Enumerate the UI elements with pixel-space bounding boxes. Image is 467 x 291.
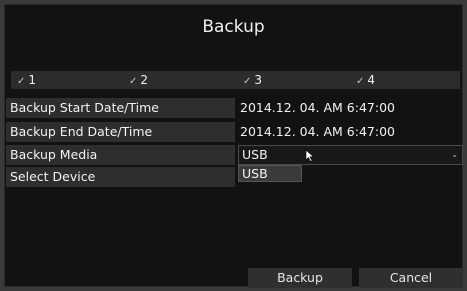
- channel-4-checkbox[interactable]: ✓ 4: [356, 71, 375, 89]
- check-icon: ✓: [356, 76, 365, 87]
- chevron-down-icon: ⌄: [451, 150, 458, 159]
- check-icon: ✓: [129, 76, 138, 87]
- start-datetime-field[interactable]: 2014.12. 04. AM 6:47:00: [238, 98, 455, 118]
- channel-4-label: 4: [367, 73, 376, 87]
- channel-2-label: 2: [140, 73, 149, 87]
- channel-bar: ✓ 1 ✓ 2 ✓ 3 ✓ 4: [11, 71, 460, 89]
- backup-media-value: USB: [242, 147, 268, 162]
- check-icon: ✓: [243, 76, 252, 87]
- channel-2-checkbox[interactable]: ✓ 2: [129, 71, 148, 89]
- channel-1-checkbox[interactable]: ✓ 1: [17, 71, 36, 89]
- backup-media-select[interactable]: USB ⌄: [238, 145, 463, 165]
- cancel-button[interactable]: Cancel: [359, 268, 463, 288]
- backup-button[interactable]: Backup: [248, 268, 352, 288]
- end-datetime-field[interactable]: 2014.12. 04. AM 6:47:00: [238, 122, 455, 142]
- check-icon: ✓: [17, 76, 26, 87]
- start-datetime-label: Backup Start Date/Time: [6, 98, 235, 118]
- channel-3-label: 3: [254, 73, 263, 87]
- backup-media-option[interactable]: USB: [238, 165, 302, 182]
- dialog-title: Backup: [202, 17, 265, 37]
- channel-3-checkbox[interactable]: ✓ 3: [243, 71, 262, 89]
- backup-media-label: Backup Media: [6, 145, 235, 165]
- mouse-cursor-icon: [305, 149, 315, 162]
- select-device-label: Select Device: [6, 167, 235, 187]
- end-datetime-label: Backup End Date/Time: [6, 122, 235, 142]
- channel-1-label: 1: [28, 73, 37, 87]
